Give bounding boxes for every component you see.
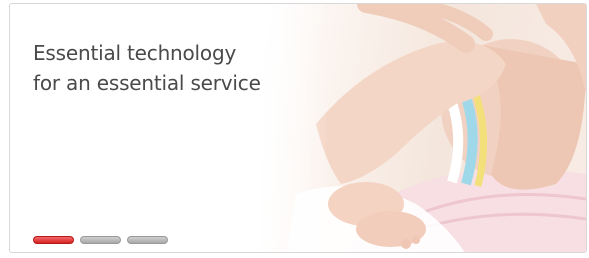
slide-headline: Essential technology for an essential se… <box>33 38 323 98</box>
carousel-indicator-1[interactable] <box>33 236 74 244</box>
carousel-indicator-2[interactable] <box>80 236 121 244</box>
headline-line-1: Essential technology <box>33 41 237 65</box>
headline-line-2: for an essential service <box>33 71 261 95</box>
hero-banner: Essential technology for an essential se… <box>9 3 587 253</box>
carousel-indicators <box>33 236 168 244</box>
carousel-indicator-3[interactable] <box>127 236 168 244</box>
